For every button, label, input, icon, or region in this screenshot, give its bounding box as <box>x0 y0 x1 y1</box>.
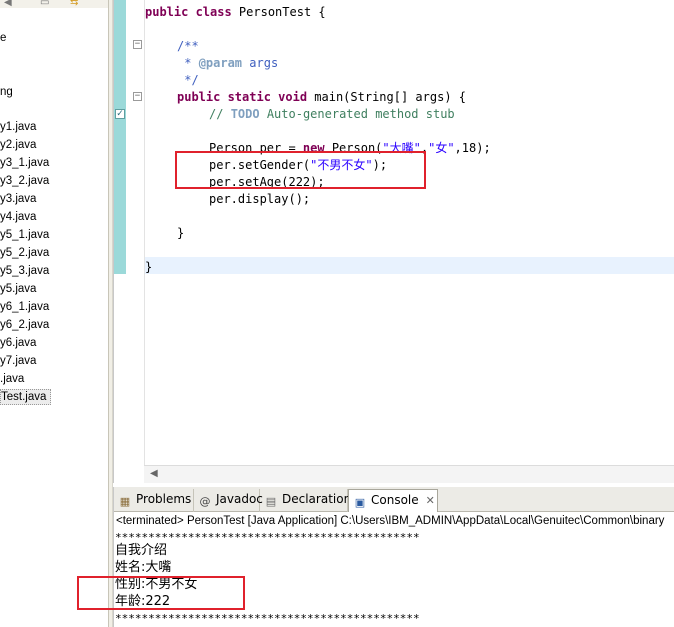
tree-item[interactable]: y5_2.java <box>0 245 49 261</box>
code-line-javadoc-open: /** <box>177 38 199 55</box>
code-line-javadoc-close: */ <box>177 72 199 89</box>
collapse-icon[interactable]: ▭ <box>40 0 49 8</box>
tree-item[interactable]: ng <box>0 84 13 100</box>
annotation-box-console <box>77 576 245 610</box>
tree-item[interactable]: y5_3.java <box>0 263 49 279</box>
javadoc-icon: @ <box>199 495 211 508</box>
arrow-left-icon[interactable]: ◀ <box>4 0 12 8</box>
tab-declaration[interactable]: ▤ Declaration <box>260 489 352 512</box>
code-token: PersonTest { <box>231 5 326 19</box>
change-ruler <box>114 0 126 274</box>
code-line-display: per.display(); <box>209 192 311 206</box>
code-token: @param <box>198 56 243 70</box>
code-token: // <box>209 107 231 121</box>
code-line-main: public static void main(String[] args) { <box>177 89 466 106</box>
code-text-area[interactable]: public class PersonTest { /** * @param a… <box>144 0 674 465</box>
code-token: ,18); <box>454 141 491 155</box>
tab-javadoc[interactable]: @ Javadoc <box>194 489 263 512</box>
tab-problems[interactable]: ▦ Problems <box>114 489 194 512</box>
annotation-box-code <box>175 151 426 189</box>
close-icon[interactable]: ✕ <box>426 490 435 511</box>
code-token: public class <box>145 5 232 19</box>
folding-ruler <box>126 0 144 465</box>
tree-item[interactable]: y5_1.java <box>0 227 49 243</box>
tree-item[interactable]: y6_1.java <box>0 299 49 315</box>
views-tabbar: ▦ Problems @ Javadoc ▤ Declaration ▣ Console… <box>114 487 674 513</box>
tab-label: Console <box>371 493 419 507</box>
tree-item[interactable]: y5.java <box>0 281 36 297</box>
problems-icon: ▦ <box>119 495 131 508</box>
console-line: 自我介绍 <box>115 543 168 558</box>
code-line-javadoc-param: * @param args <box>177 55 278 72</box>
code-token: */ <box>177 73 199 87</box>
declaration-icon: ▤ <box>265 495 277 508</box>
tab-label: Declaration <box>282 492 352 506</box>
code-token: args <box>242 56 279 70</box>
link-icon[interactable]: ⇆ <box>70 0 78 8</box>
code-token: /** <box>177 39 199 53</box>
tree-item[interactable]: y2.java <box>0 137 36 153</box>
code-line-close-class: } <box>145 260 153 274</box>
tree-item[interactable]: y4.java <box>0 209 36 225</box>
fold-toggle-icon[interactable]: − <box>133 40 142 49</box>
tree-item[interactable]: y3_1.java <box>0 155 49 171</box>
code-token: public static void <box>177 90 308 104</box>
code-editor[interactable]: − − ✓ public class PersonTest { /** * @p… <box>113 0 674 483</box>
code-token: "女" <box>428 141 455 155</box>
code-token: TODO <box>230 107 260 121</box>
tab-label: Problems <box>136 492 192 506</box>
tree-item[interactable]: y3.java <box>0 191 36 207</box>
code-token: * <box>177 56 199 70</box>
scroll-left-icon[interactable]: ◀ <box>150 468 158 479</box>
package-explorer: ◀ ▭ ⇆ e ng y1.java y2.java y3_1.java y3_… <box>0 0 108 627</box>
tab-label: Javadoc <box>216 492 263 506</box>
editor-horizontal-scrollbar[interactable]: ◀ <box>144 465 674 483</box>
tree-item[interactable]: y6_2.java <box>0 317 49 333</box>
tree-item[interactable]: y7.java <box>0 353 36 369</box>
console-icon: ▣ <box>354 496 366 509</box>
tree-item[interactable]: y6.java <box>0 335 36 351</box>
console-line: 姓名:大嘴 <box>115 560 172 575</box>
explorer-toolbar: ◀ ▭ ⇆ <box>0 0 108 8</box>
console-separator: ****************************************… <box>115 612 420 625</box>
code-token: Auto-generated method stub <box>259 107 455 121</box>
tree-item[interactable]: .java <box>0 371 24 387</box>
tree-item[interactable]: e <box>0 30 6 46</box>
console-status-text: <terminated> PersonTest [Java Applicatio… <box>116 515 665 527</box>
task-marker-icon[interactable]: ✓ <box>115 109 125 119</box>
code-token: main(String[] args) { <box>307 90 466 104</box>
code-line-todo: // TODO Auto-generated method stub <box>209 106 455 123</box>
tree-item[interactable]: y1.java <box>0 119 36 135</box>
tree-item-selected[interactable]: Test.java <box>0 389 52 405</box>
code-line-class: public class PersonTest { <box>145 4 326 21</box>
tab-console[interactable]: ▣ Console ✕ <box>348 489 438 513</box>
tree-item[interactable]: y3_2.java <box>0 173 49 189</box>
fold-toggle-icon[interactable]: − <box>133 92 142 101</box>
code-line-close-method: } <box>177 226 185 240</box>
